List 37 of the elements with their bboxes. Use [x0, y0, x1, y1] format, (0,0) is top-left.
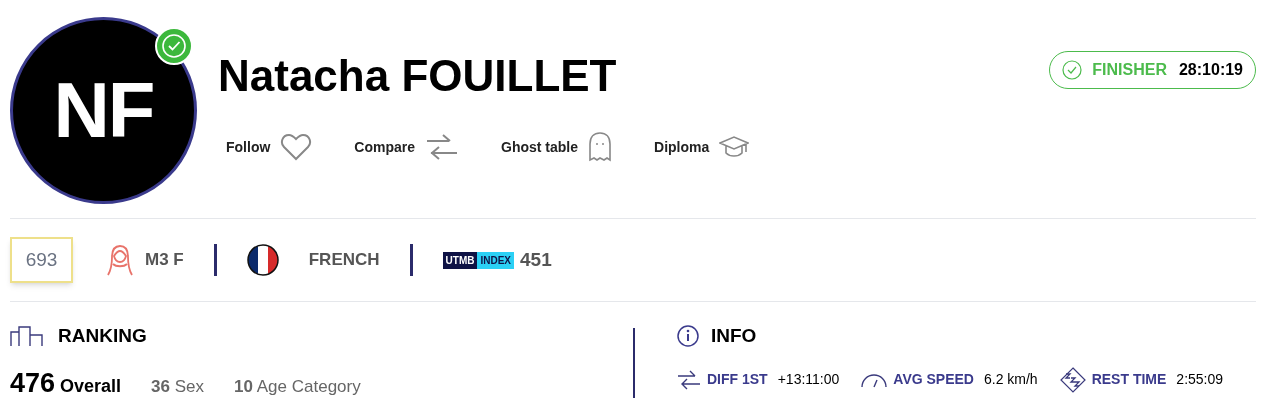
nationality-label: FRENCH: [308, 249, 380, 272]
info-value: +13:11:00: [777, 370, 840, 389]
rank-stat: 36 Sex: [151, 375, 205, 398]
flag-icon: [246, 244, 279, 276]
utmb-index-logo: UTMB INDEX: [442, 251, 515, 269]
rank-stat: 10 Age Category: [234, 375, 361, 398]
graduation-cap-icon: [719, 134, 750, 160]
ghost-icon: [588, 132, 613, 162]
section-title: RANKING: [58, 324, 147, 348]
check-circle-icon: [1062, 60, 1083, 80]
action-button[interactable]: Ghost table: [501, 132, 613, 162]
swap-arrows-icon: [425, 133, 459, 161]
finish-time: 28:10:19: [1178, 60, 1243, 80]
utmb-index-value: 451: [520, 247, 552, 272]
overall-rank-value: 476: [10, 366, 56, 400]
sleep-icon: [1059, 366, 1086, 393]
action-button[interactable]: Follow: [226, 133, 313, 161]
info-label: DIFF 1ST: [707, 370, 768, 389]
category-label: M3 F: [145, 249, 184, 272]
avatar: NF: [10, 17, 197, 204]
swap-arrows-icon: [677, 369, 701, 390]
bar-chart-icon: [10, 326, 44, 347]
info-label: REST TIME: [1091, 370, 1167, 389]
runner-head-icon: [105, 244, 135, 276]
section-title: INFO: [711, 324, 757, 348]
info-value: 2:55:09: [1176, 370, 1224, 389]
info-value: 6.2 km/h: [983, 370, 1038, 389]
runner-name: Natacha FOUILLET: [218, 50, 618, 102]
info-label: AVG SPEED: [893, 370, 974, 389]
info-icon: [677, 325, 699, 348]
heart-icon: [280, 133, 313, 161]
status-label: FINISHER: [1092, 60, 1167, 80]
overall-rank-label: Overall: [60, 374, 122, 398]
speedometer-icon: [861, 371, 888, 388]
bib-number: 693: [10, 237, 73, 283]
action-button[interactable]: Compare: [354, 133, 459, 161]
action-button[interactable]: Diploma: [654, 134, 750, 160]
